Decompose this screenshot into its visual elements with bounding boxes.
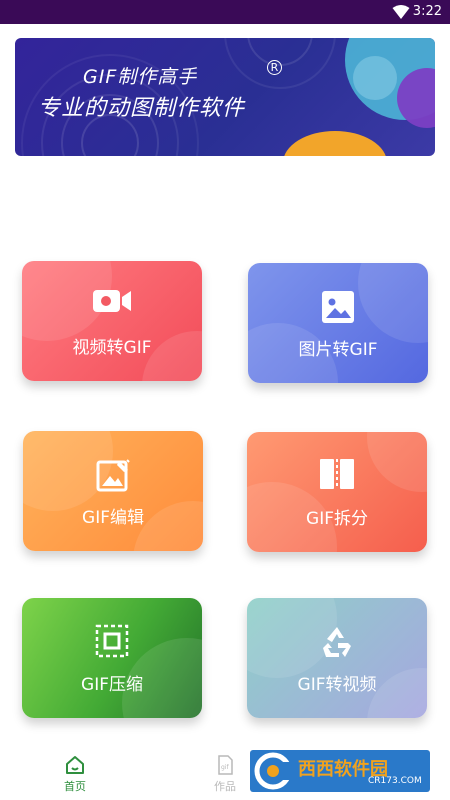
tab-home-label: 首页 <box>64 780 86 793</box>
gif-split-label: GIF拆分 <box>306 509 368 529</box>
status-time: 3:22 <box>412 4 442 19</box>
image-icon <box>322 291 354 323</box>
gif-split-button[interactable]: GIF拆分 <box>247 432 427 552</box>
banner-title: GIF制作高手 <box>83 66 198 88</box>
watermark-logo <box>254 752 296 790</box>
compress-icon <box>95 624 129 658</box>
image-to-gif-label: 图片转GIF <box>298 340 378 360</box>
site-watermark: 西西软件园 CR173.COM <box>250 750 430 792</box>
tab-works[interactable]: gif 作品 <box>195 754 255 794</box>
promo-banner[interactable]: GIF制作高手 R 专业的动图制作软件 <box>15 38 435 156</box>
banner-subtitle: 专业的动图制作软件 <box>38 96 246 121</box>
tab-home[interactable]: 首页 <box>45 754 105 794</box>
gif-to-video-button[interactable]: GIF转视频 <box>247 598 427 718</box>
recycle-icon <box>323 627 351 657</box>
gif-edit-label: GIF编辑 <box>82 508 144 528</box>
split-icon <box>320 459 354 489</box>
gif-compress-button[interactable]: GIF压缩 <box>22 598 202 718</box>
tab-works-label: 作品 <box>214 780 236 793</box>
image-to-gif-button[interactable]: 图片转GIF <box>248 263 428 383</box>
gif-to-video-label: GIF转视频 <box>297 675 377 695</box>
gif-file-icon: gif <box>218 755 233 775</box>
registered-mark: R <box>267 60 282 75</box>
video-camera-icon <box>93 290 131 312</box>
watermark-url: CR173.COM <box>368 776 422 786</box>
image-edit-icon <box>96 459 130 492</box>
status-bar: 3:22 <box>0 0 450 24</box>
gif-edit-button[interactable]: GIF编辑 <box>23 431 203 551</box>
home-icon <box>66 756 84 774</box>
video-to-gif-button[interactable]: 视频转GIF <box>22 261 202 381</box>
wifi-icon <box>392 5 410 19</box>
gif-compress-label: GIF压缩 <box>81 675 143 695</box>
svg-text:gif: gif <box>221 764 229 771</box>
video-to-gif-label: 视频转GIF <box>72 338 152 358</box>
